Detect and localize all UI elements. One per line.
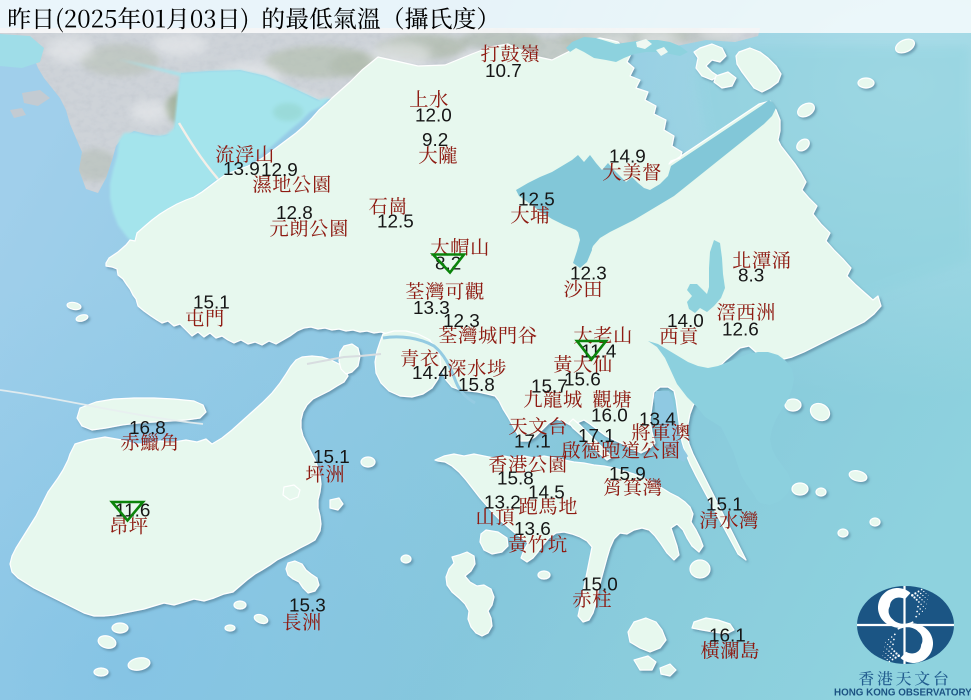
svg-text:13.2: 13.2: [484, 493, 521, 514]
svg-text:12.0: 12.0: [415, 106, 452, 127]
svg-text:10.7: 10.7: [485, 61, 522, 82]
svg-text:14.5: 14.5: [528, 483, 565, 504]
svg-text:15.7: 15.7: [531, 377, 568, 398]
svg-text:12.5: 12.5: [377, 212, 414, 233]
svg-text:13.9: 13.9: [223, 159, 260, 180]
svg-text:12.5: 12.5: [518, 190, 555, 211]
svg-text:14.4: 14.4: [412, 363, 449, 384]
svg-text:15.1: 15.1: [193, 293, 230, 314]
svg-text:12.3: 12.3: [570, 264, 607, 285]
svg-text:15.9: 15.9: [609, 464, 646, 485]
svg-text:17.1: 17.1: [578, 426, 615, 447]
svg-text:16.1: 16.1: [709, 626, 746, 647]
svg-text:15.1: 15.1: [313, 447, 350, 468]
svg-text:14.9: 14.9: [609, 147, 646, 168]
svg-text:15.8: 15.8: [458, 375, 495, 396]
svg-text:12.8: 12.8: [276, 203, 313, 224]
svg-text:8.3: 8.3: [738, 266, 764, 287]
svg-text:15.6: 15.6: [564, 370, 601, 391]
svg-text:16.0: 16.0: [591, 406, 628, 427]
svg-text:12.9: 12.9: [261, 160, 298, 181]
svg-text:15.3: 15.3: [289, 596, 326, 617]
svg-text:HONG KONG OBSERVATORY: HONG KONG OBSERVATORY: [834, 688, 971, 699]
svg-text:9.2: 9.2: [422, 130, 448, 151]
svg-text:17.1: 17.1: [514, 432, 551, 453]
svg-text:16.8: 16.8: [129, 418, 166, 439]
svg-text:12.3: 12.3: [443, 311, 480, 332]
svg-text:15.1: 15.1: [706, 495, 743, 516]
svg-text:13.6: 13.6: [514, 519, 551, 540]
svg-text:13.4: 13.4: [639, 410, 676, 431]
svg-text:14.0: 14.0: [667, 311, 704, 332]
svg-text:12.6: 12.6: [722, 320, 759, 341]
svg-text:15.0: 15.0: [581, 575, 618, 596]
